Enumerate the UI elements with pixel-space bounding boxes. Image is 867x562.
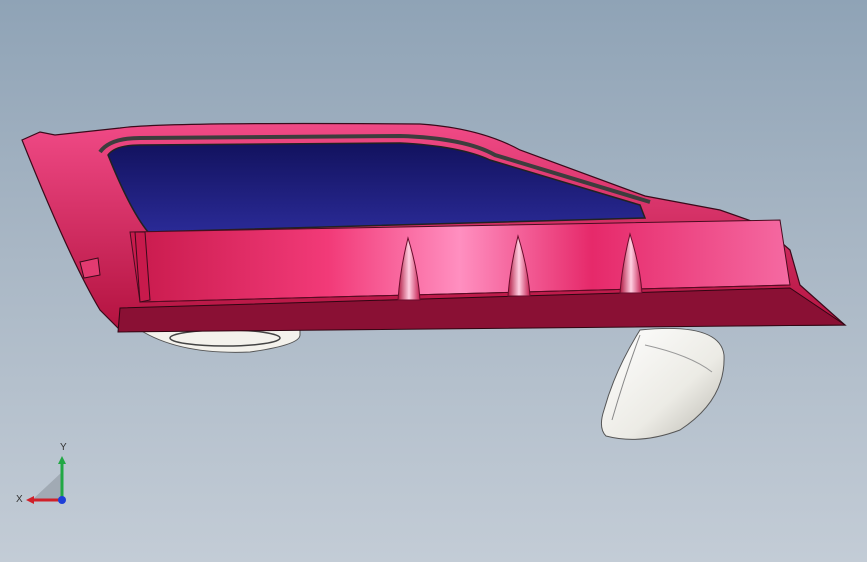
orientation-triad: Y X [14, 440, 84, 510]
window-glass [98, 133, 651, 233]
side-mirror[interactable] [600, 327, 725, 440]
3d-viewport[interactable]: Y X [0, 0, 867, 562]
triad-plane [32, 472, 62, 500]
x-axis-label: X [16, 494, 23, 505]
y-axis-label: Y [60, 442, 67, 453]
z-axis-dot [58, 496, 66, 504]
door-model[interactable] [0, 0, 867, 562]
door-panel[interactable] [117, 219, 847, 333]
